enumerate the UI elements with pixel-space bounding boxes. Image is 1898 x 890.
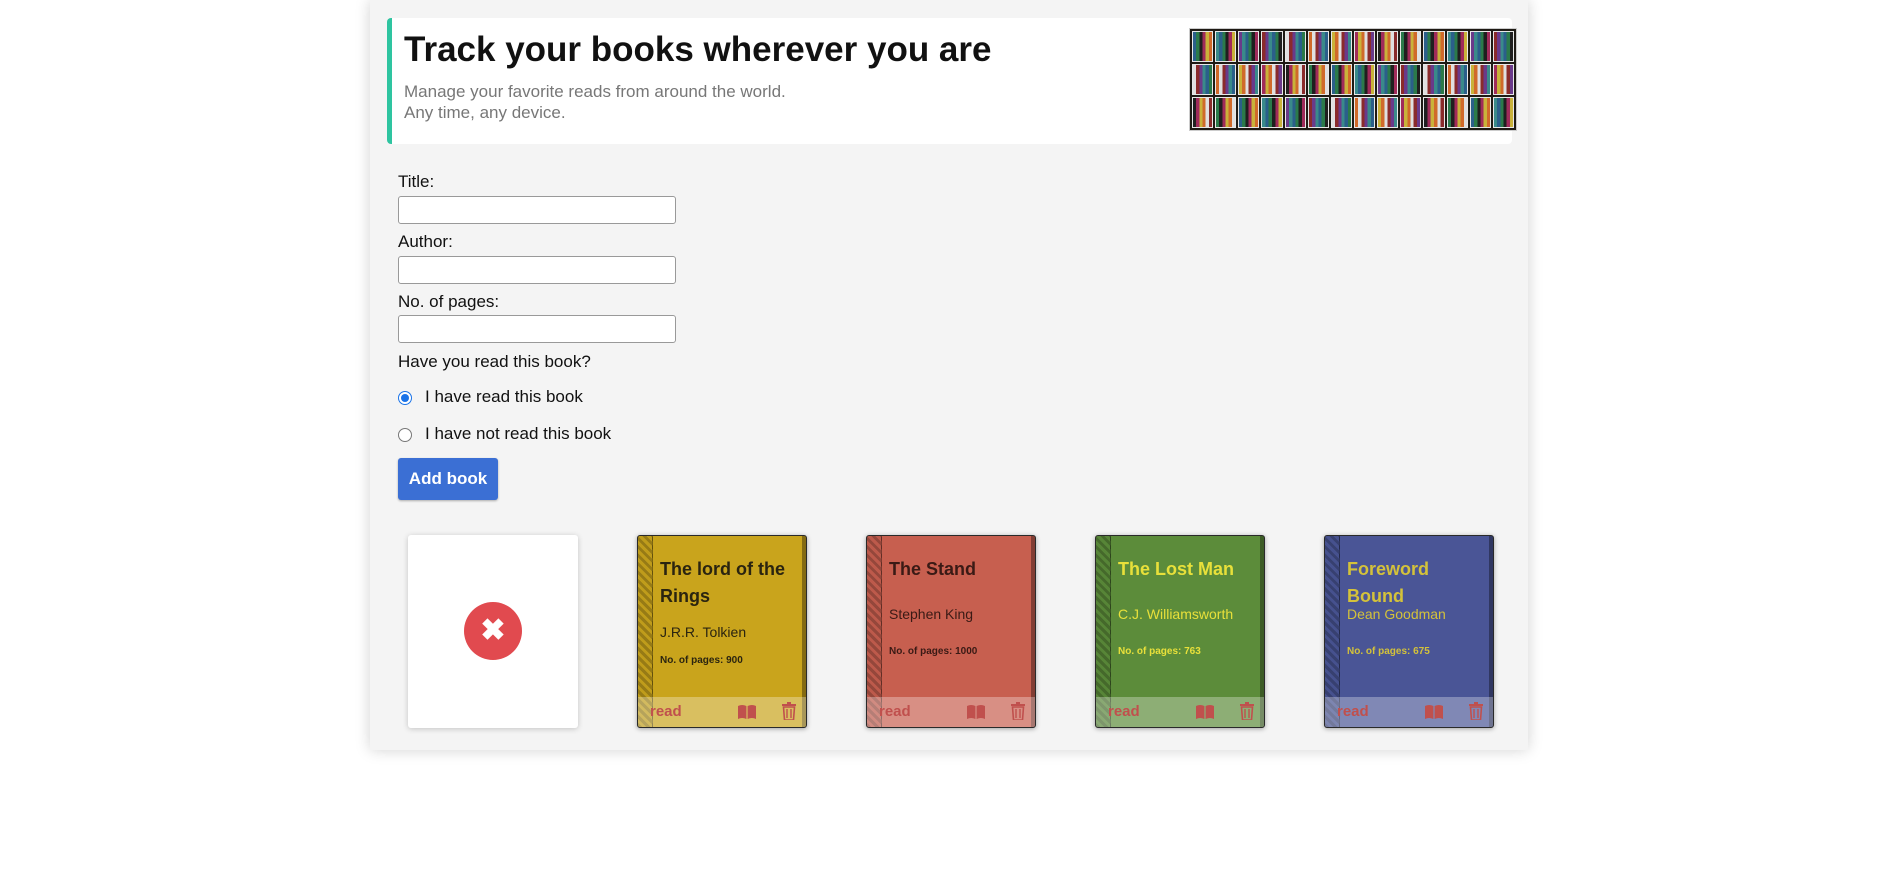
shelf-cell [1215, 97, 1237, 128]
shelf-cell [1284, 31, 1306, 62]
bookshelf-image [1189, 28, 1517, 131]
shelf-cell [1423, 64, 1445, 95]
shelf-cell [1215, 64, 1237, 95]
book-actions-bar: read [638, 697, 806, 727]
book-title: The Lost Man [1118, 559, 1234, 579]
shelf-cell [1492, 97, 1514, 128]
shelf-cell [1446, 31, 1468, 62]
shelf-cell [1284, 64, 1306, 95]
hero-banner: Track your books wherever you are Manage… [387, 18, 1517, 144]
author-input[interactable] [398, 256, 676, 284]
shelf-cell [1192, 97, 1214, 128]
shelf-cell [1238, 64, 1260, 95]
shelf-cell [1330, 64, 1352, 95]
title-label: Title: [398, 172, 435, 191]
book-card: The Stand Stephen King No. of pages: 1000 r… [866, 535, 1036, 728]
book-title: The lord of the Rings [660, 559, 785, 606]
book-open-icon[interactable] [737, 704, 757, 720]
shelf-cell [1400, 64, 1422, 95]
close-icon[interactable]: ✖ [464, 602, 522, 660]
shelf-cell [1492, 31, 1514, 62]
trash-icon[interactable] [1240, 702, 1254, 720]
book-author: Dean Goodman [1347, 606, 1446, 622]
read-status[interactable]: read [1108, 703, 1140, 720]
book-open-icon[interactable] [966, 704, 986, 720]
shelf-cell [1215, 31, 1237, 62]
shelf-cell [1353, 97, 1376, 128]
book-pages: No. of pages: 900 [660, 655, 743, 666]
shelf-cell [1307, 31, 1329, 62]
hero-subtitle: Manage your favorite reads from around t… [404, 81, 786, 123]
radio-not-read-label[interactable]: I have not read this book [425, 424, 611, 444]
book-card: The lord of the Rings J.R.R. Tolkien No. o… [637, 535, 807, 728]
pages-input[interactable] [398, 315, 676, 343]
shelf-cell [1469, 31, 1491, 62]
read-question-label: Have you read this book? [398, 352, 591, 371]
book-card: Foreword Bound Dean Goodman No. of pages: … [1324, 535, 1494, 728]
hero-subtitle-line-1: Manage your favorite reads from around t… [404, 82, 786, 101]
shelf-cell [1377, 64, 1399, 95]
shelf-cell [1469, 64, 1491, 95]
radio-read-label[interactable]: I have read this book [425, 387, 583, 407]
book-open-icon[interactable] [1195, 704, 1215, 720]
shelf-cell [1238, 97, 1260, 128]
shelf-cell [1446, 97, 1468, 128]
read-status[interactable]: read [650, 703, 682, 720]
shelf-cell [1353, 31, 1376, 62]
shelf-cell [1400, 31, 1422, 62]
shelf-cell [1377, 31, 1399, 62]
book-title: Foreword Bound [1347, 559, 1430, 606]
pages-label: No. of pages: [398, 292, 500, 311]
shelf-cell [1192, 31, 1214, 62]
read-status[interactable]: read [879, 703, 911, 720]
shelf-cell [1353, 64, 1376, 95]
book-title: The Stand [889, 559, 977, 579]
shelf-cell [1284, 97, 1306, 128]
add-book-button[interactable]: Add book [398, 458, 498, 500]
book-open-icon[interactable] [1424, 704, 1444, 720]
shelf-cell [1469, 97, 1491, 128]
shelf-cell [1377, 97, 1399, 128]
radio-not-read[interactable] [398, 428, 412, 442]
shelf-cell [1238, 31, 1260, 62]
hero-subtitle-line-2: Any time, any device. [404, 103, 566, 122]
book-actions-bar: read [867, 697, 1035, 727]
book-pages: No. of pages: 1000 [889, 646, 978, 657]
book-actions-bar: read [1096, 697, 1264, 727]
shelf-cell [1192, 64, 1214, 95]
book-actions-bar: read [1325, 697, 1493, 727]
book-card: The Lost Man C.J. Williamsworth No. of pag… [1095, 535, 1265, 728]
shelf-cell [1492, 64, 1514, 95]
trash-icon[interactable] [782, 702, 796, 720]
page-title: Track your books wherever you are [404, 30, 992, 69]
shelf-cell [1446, 64, 1468, 95]
shelf-cell [1307, 97, 1329, 128]
shelf-cell [1261, 97, 1283, 128]
shelf-cell [1307, 64, 1329, 95]
shelf-cell [1423, 31, 1445, 62]
author-label: Author: [398, 232, 453, 251]
shelf-cell [1330, 31, 1352, 62]
book-author: Stephen King [889, 606, 974, 622]
shelf-cell [1423, 97, 1445, 128]
book-pages: No. of pages: 675 [1347, 646, 1430, 657]
cancel-card: ✖ [408, 535, 578, 728]
main-container: Track your books wherever you are Manage… [370, 0, 1528, 750]
shelf-cell [1400, 97, 1422, 128]
trash-icon[interactable] [1011, 702, 1025, 720]
book-author: C.J. Williamsworth [1118, 606, 1234, 622]
book-pages: No. of pages: 763 [1118, 646, 1201, 657]
read-status[interactable]: read [1337, 703, 1369, 720]
shelf-cell [1261, 31, 1283, 62]
trash-icon[interactable] [1469, 702, 1483, 720]
shelf-cell [1261, 64, 1283, 95]
shelf-cell [1330, 97, 1352, 128]
book-author: J.R.R. Tolkien [660, 624, 747, 640]
radio-read[interactable] [398, 391, 412, 405]
title-input[interactable] [398, 196, 676, 224]
